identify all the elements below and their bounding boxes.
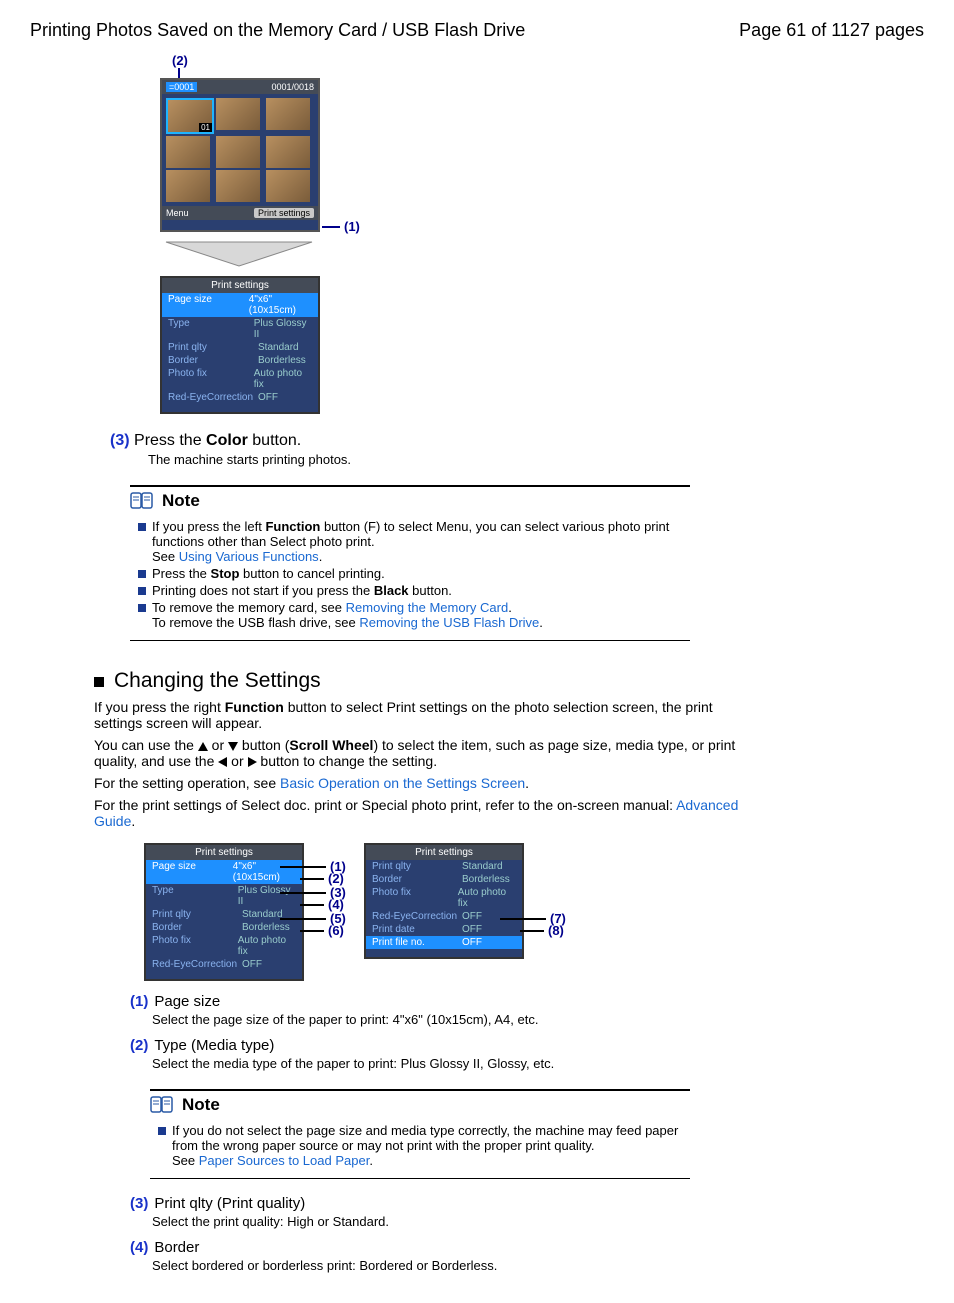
page-title: Printing Photos Saved on the Memory Card… <box>30 20 525 41</box>
link-removing-usb-drive[interactable]: Removing the USB Flash Drive <box>359 615 539 630</box>
right-icon <box>248 757 257 767</box>
left-icon <box>218 757 227 767</box>
note-icon <box>150 1096 174 1114</box>
callout-2: (2) <box>172 53 924 68</box>
thumbnail <box>266 98 310 130</box>
note-box: Note If you do not select the page size … <box>150 1089 690 1179</box>
link-removing-memory-card[interactable]: Removing the Memory Card <box>346 600 509 615</box>
note-icon <box>130 492 154 510</box>
bullet-icon <box>94 677 104 687</box>
page-number: Page 61 of 1127 pages <box>739 20 924 41</box>
section-title: Changing the Settings <box>114 669 321 692</box>
callout-1: (1) <box>344 219 360 234</box>
down-arrow-icon <box>164 240 314 268</box>
thumbnail <box>216 98 260 130</box>
link-basic-operation[interactable]: Basic Operation on the Settings Screen <box>280 775 525 791</box>
step-3-number: (3) <box>110 432 130 449</box>
thumbnail <box>166 136 210 168</box>
note-box: Note If you press the left Function butt… <box>130 485 690 641</box>
thumbnail: 01 <box>166 98 214 134</box>
print-settings-panel: Print settings Page size4"x6"(10x15cm) T… <box>160 276 320 414</box>
thumbnail <box>216 170 260 202</box>
thumbnail <box>266 136 310 168</box>
step-3-sub: The machine starts printing photos. <box>148 452 924 467</box>
link-using-various-functions[interactable]: Using Various Functions <box>179 549 319 564</box>
thumbnail <box>266 170 310 202</box>
photo-screen: =0001 0001/0018 01 Menu Print settings <box>160 78 320 232</box>
down-icon <box>228 742 238 751</box>
print-settings-panel-right: Print settings Print qltyStandard Border… <box>364 843 524 959</box>
up-icon <box>198 742 208 751</box>
thumbnail <box>166 170 210 202</box>
selection-badge: =0001 <box>166 82 197 92</box>
menu-softkey: Menu <box>166 208 189 218</box>
thumbnail <box>216 136 260 168</box>
print-settings-softkey: Print settings <box>254 208 314 218</box>
link-paper-sources[interactable]: Paper Sources to Load Paper <box>199 1153 370 1168</box>
photo-counter: 0001/0018 <box>271 82 314 92</box>
